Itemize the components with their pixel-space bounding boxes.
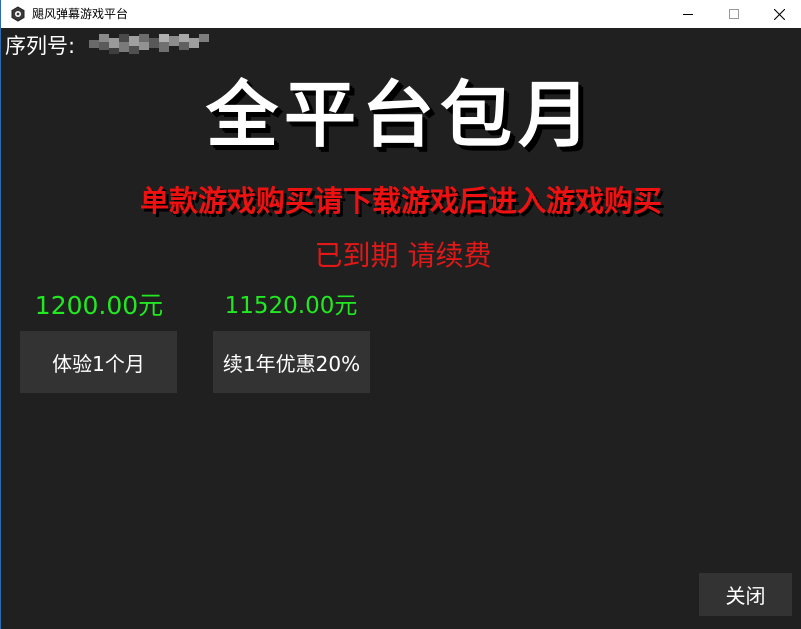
app-window: 飓风弹幕游戏平台 序列号: 全平台包月 单款游戏购买请下载游戏后进入游戏购买 已… bbox=[0, 0, 801, 629]
close-button[interactable]: 关闭 bbox=[699, 573, 792, 616]
plan-price-monthly: 1200.00元 bbox=[34, 291, 164, 320]
close-icon bbox=[773, 8, 785, 20]
window-close-button[interactable] bbox=[756, 0, 801, 28]
title-bar[interactable]: 飓风弹幕游戏平台 bbox=[1, 0, 801, 28]
serial-number-redacted bbox=[89, 34, 209, 54]
minimize-icon bbox=[683, 14, 693, 15]
renew-year-button[interactable]: 续1年优惠20% bbox=[213, 331, 370, 393]
minimize-button[interactable] bbox=[665, 0, 711, 28]
window-title: 飓风弹幕游戏平台 bbox=[32, 7, 129, 21]
page-headline: 全平台包月 bbox=[205, 73, 596, 157]
close-button-label: 关闭 bbox=[725, 584, 766, 608]
purchase-notice: 单款游戏购买请下载游戏后进入游戏购买 bbox=[139, 184, 662, 218]
trial-month-button-label: 体验1个月 bbox=[52, 351, 145, 376]
plan-price-yearly: 11520.00元 bbox=[224, 293, 358, 319]
trial-month-button[interactable]: 体验1个月 bbox=[20, 331, 177, 393]
maximize-button[interactable] bbox=[711, 0, 757, 28]
subscription-status: 已到期 请续费 bbox=[314, 239, 492, 272]
maximize-icon bbox=[729, 9, 739, 19]
hexagon-app-icon bbox=[11, 6, 25, 22]
serial-number-label: 序列号: bbox=[5, 34, 76, 58]
renew-year-button-label: 续1年优惠20% bbox=[222, 351, 361, 376]
